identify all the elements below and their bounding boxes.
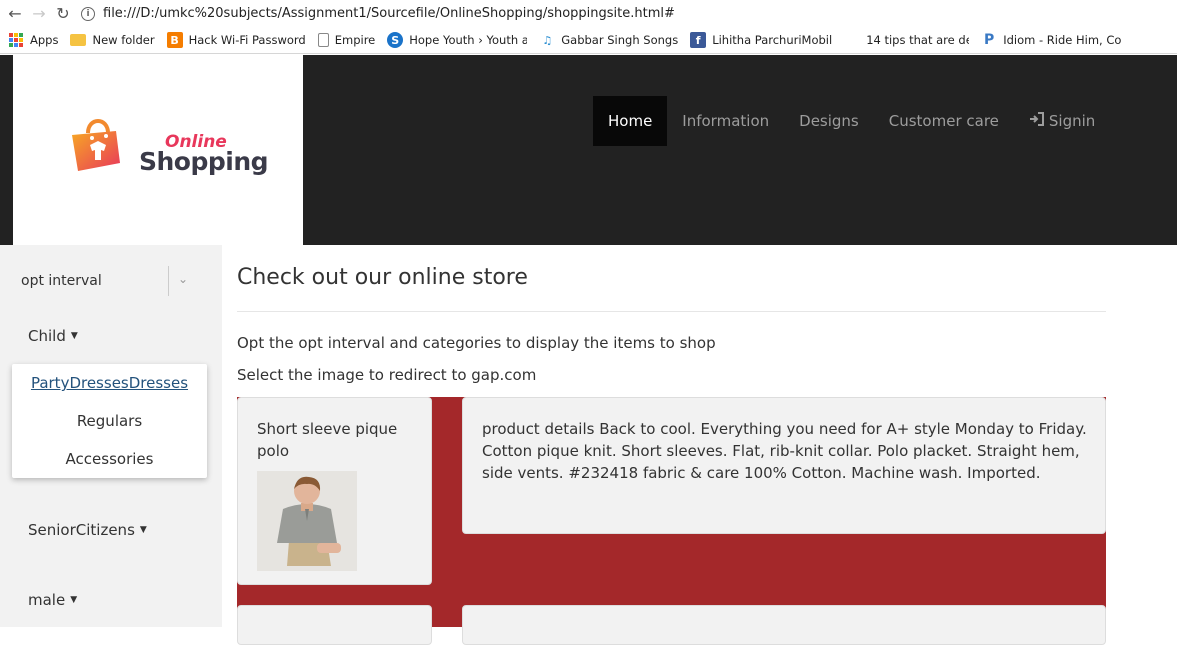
blank-icon	[844, 32, 861, 48]
bookmark-apps[interactable]: Apps	[8, 32, 58, 48]
product-details: product details Back to cool. Everything…	[482, 420, 1087, 482]
product-name: Short sleeve pique polo	[257, 420, 398, 460]
redirect-text: Select the image to redirect to gap.com	[237, 366, 537, 384]
menu-senior-citizens[interactable]: SeniorCitizens ▼	[28, 521, 147, 539]
bookmark-lihitha[interactable]: f Lihitha ParchuriMobil	[690, 32, 832, 48]
menu-label: Child	[28, 327, 66, 345]
intro-text: Opt the opt interval and categories to d…	[237, 334, 716, 352]
chevron-down-icon: ⌄	[178, 272, 189, 286]
folder-icon	[70, 34, 87, 46]
bookmark-14-tips[interactable]: 14 tips that are desig	[844, 32, 969, 48]
bookmark-label: Idiom - Ride Him, Co	[1003, 33, 1122, 47]
music-icon: ♫	[539, 32, 556, 48]
menu-label: male	[28, 591, 66, 609]
facebook-icon: f	[690, 32, 707, 48]
nav-label: Signin	[1048, 112, 1096, 130]
product-details-card: product details Back to cool. Everything…	[462, 397, 1106, 534]
reload-icon[interactable]: ↻	[51, 2, 75, 26]
nav-label: Home	[608, 112, 653, 130]
menu-label: SeniorCitizens	[28, 521, 135, 539]
child-dropdown-menu: PartyDressesDresses Regulars Accessories	[12, 364, 207, 478]
nav-customer-care[interactable]: Customer care	[874, 96, 1014, 146]
bookmark-label: Apps	[30, 33, 59, 47]
select-separator	[168, 266, 169, 296]
info-icon[interactable]: i	[81, 6, 95, 21]
shopping-bag-icon	[72, 119, 120, 171]
dropdown-item-accessories[interactable]: Accessories	[12, 450, 207, 468]
url-text: file:///D:/umkc%20subjects/Assignment1/S…	[103, 6, 675, 21]
bookmark-empire[interactable]: Empire	[317, 33, 376, 47]
product-details-card	[462, 605, 1106, 645]
bookmark-label: New folder	[92, 33, 155, 47]
bookmark-label: 14 tips that are desig	[866, 33, 969, 47]
menu-child[interactable]: Child ▼	[28, 327, 78, 345]
caret-down-icon: ▼	[70, 331, 78, 341]
arrow-left-icon[interactable]: ←	[3, 2, 27, 26]
logo[interactable]: Online Shopping	[13, 55, 303, 245]
nav-information[interactable]: Information	[667, 96, 784, 146]
nav-home[interactable]: Home	[593, 96, 668, 146]
bookmark-label: Hope Youth › Youth a	[409, 33, 528, 47]
bookmark-hope-youth[interactable]: S Hope Youth › Youth a	[387, 32, 527, 48]
nav-label: Customer care	[888, 112, 999, 130]
product-image[interactable]	[257, 471, 357, 571]
page-title: Check out our online store	[237, 265, 528, 290]
apps-grid-icon	[8, 32, 24, 48]
nav-designs[interactable]: Designs	[784, 96, 874, 146]
nav-label: Designs	[799, 112, 859, 130]
select-value: opt interval	[21, 273, 102, 289]
bookmarks-bar: Apps New folder B Hack Wi-Fi Password Em…	[0, 27, 1177, 54]
bookmark-idiom[interactable]: P Idiom - Ride Him, Co	[981, 32, 1121, 48]
nav-signin[interactable]: Signin	[1014, 96, 1110, 146]
hope-icon: S	[387, 32, 404, 48]
browser-toolbar: ← → ↻ i file:///D:/umkc%20subjects/Assig…	[0, 0, 1177, 27]
bookmark-label: Hack Wi-Fi Password	[188, 33, 306, 47]
sidebar: opt interval ⌄ Child ▼ PartyDressesDress…	[0, 245, 222, 627]
top-navigation: Home Information Designs Customer care S…	[593, 96, 1110, 146]
menu-male[interactable]: male ▼	[28, 591, 77, 609]
divider	[237, 311, 1106, 312]
site-header: Online Shopping Home Information Designs…	[0, 55, 1177, 245]
bookmark-gabbar-singh[interactable]: ♫ Gabbar Singh Songs	[539, 32, 678, 48]
blogger-icon: B	[166, 32, 183, 48]
page-icon	[317, 33, 329, 47]
product-card[interactable]: Short sleeve pique polo	[237, 397, 432, 585]
dropdown-item-regulars[interactable]: Regulars	[12, 412, 207, 430]
idiom-icon: P	[981, 32, 998, 48]
signin-icon	[1029, 112, 1045, 130]
address-bar[interactable]: i file:///D:/umkc%20subjects/Assignment1…	[81, 3, 675, 25]
bookmark-label: Empire	[334, 33, 376, 47]
bookmark-label: Lihitha ParchuriMobil	[712, 33, 833, 47]
arrow-right-icon[interactable]: →	[27, 2, 51, 26]
dropdown-item-partydresses[interactable]: PartyDressesDresses	[12, 374, 207, 392]
nav-label: Information	[682, 112, 770, 130]
caret-down-icon: ▼	[70, 595, 78, 605]
opt-interval-select[interactable]: opt interval ⌄	[21, 266, 199, 296]
logo-line-shopping: Shopping	[139, 147, 269, 176]
product-section: Short sleeve pique polo product details …	[237, 397, 1106, 645]
product-card[interactable]	[237, 605, 432, 645]
bookmark-hack-wifi[interactable]: B Hack Wi-Fi Password	[166, 32, 306, 48]
bookmark-label: Gabbar Singh Songs	[561, 33, 679, 47]
caret-down-icon: ▼	[139, 525, 147, 535]
bookmark-new-folder[interactable]: New folder	[70, 33, 155, 47]
